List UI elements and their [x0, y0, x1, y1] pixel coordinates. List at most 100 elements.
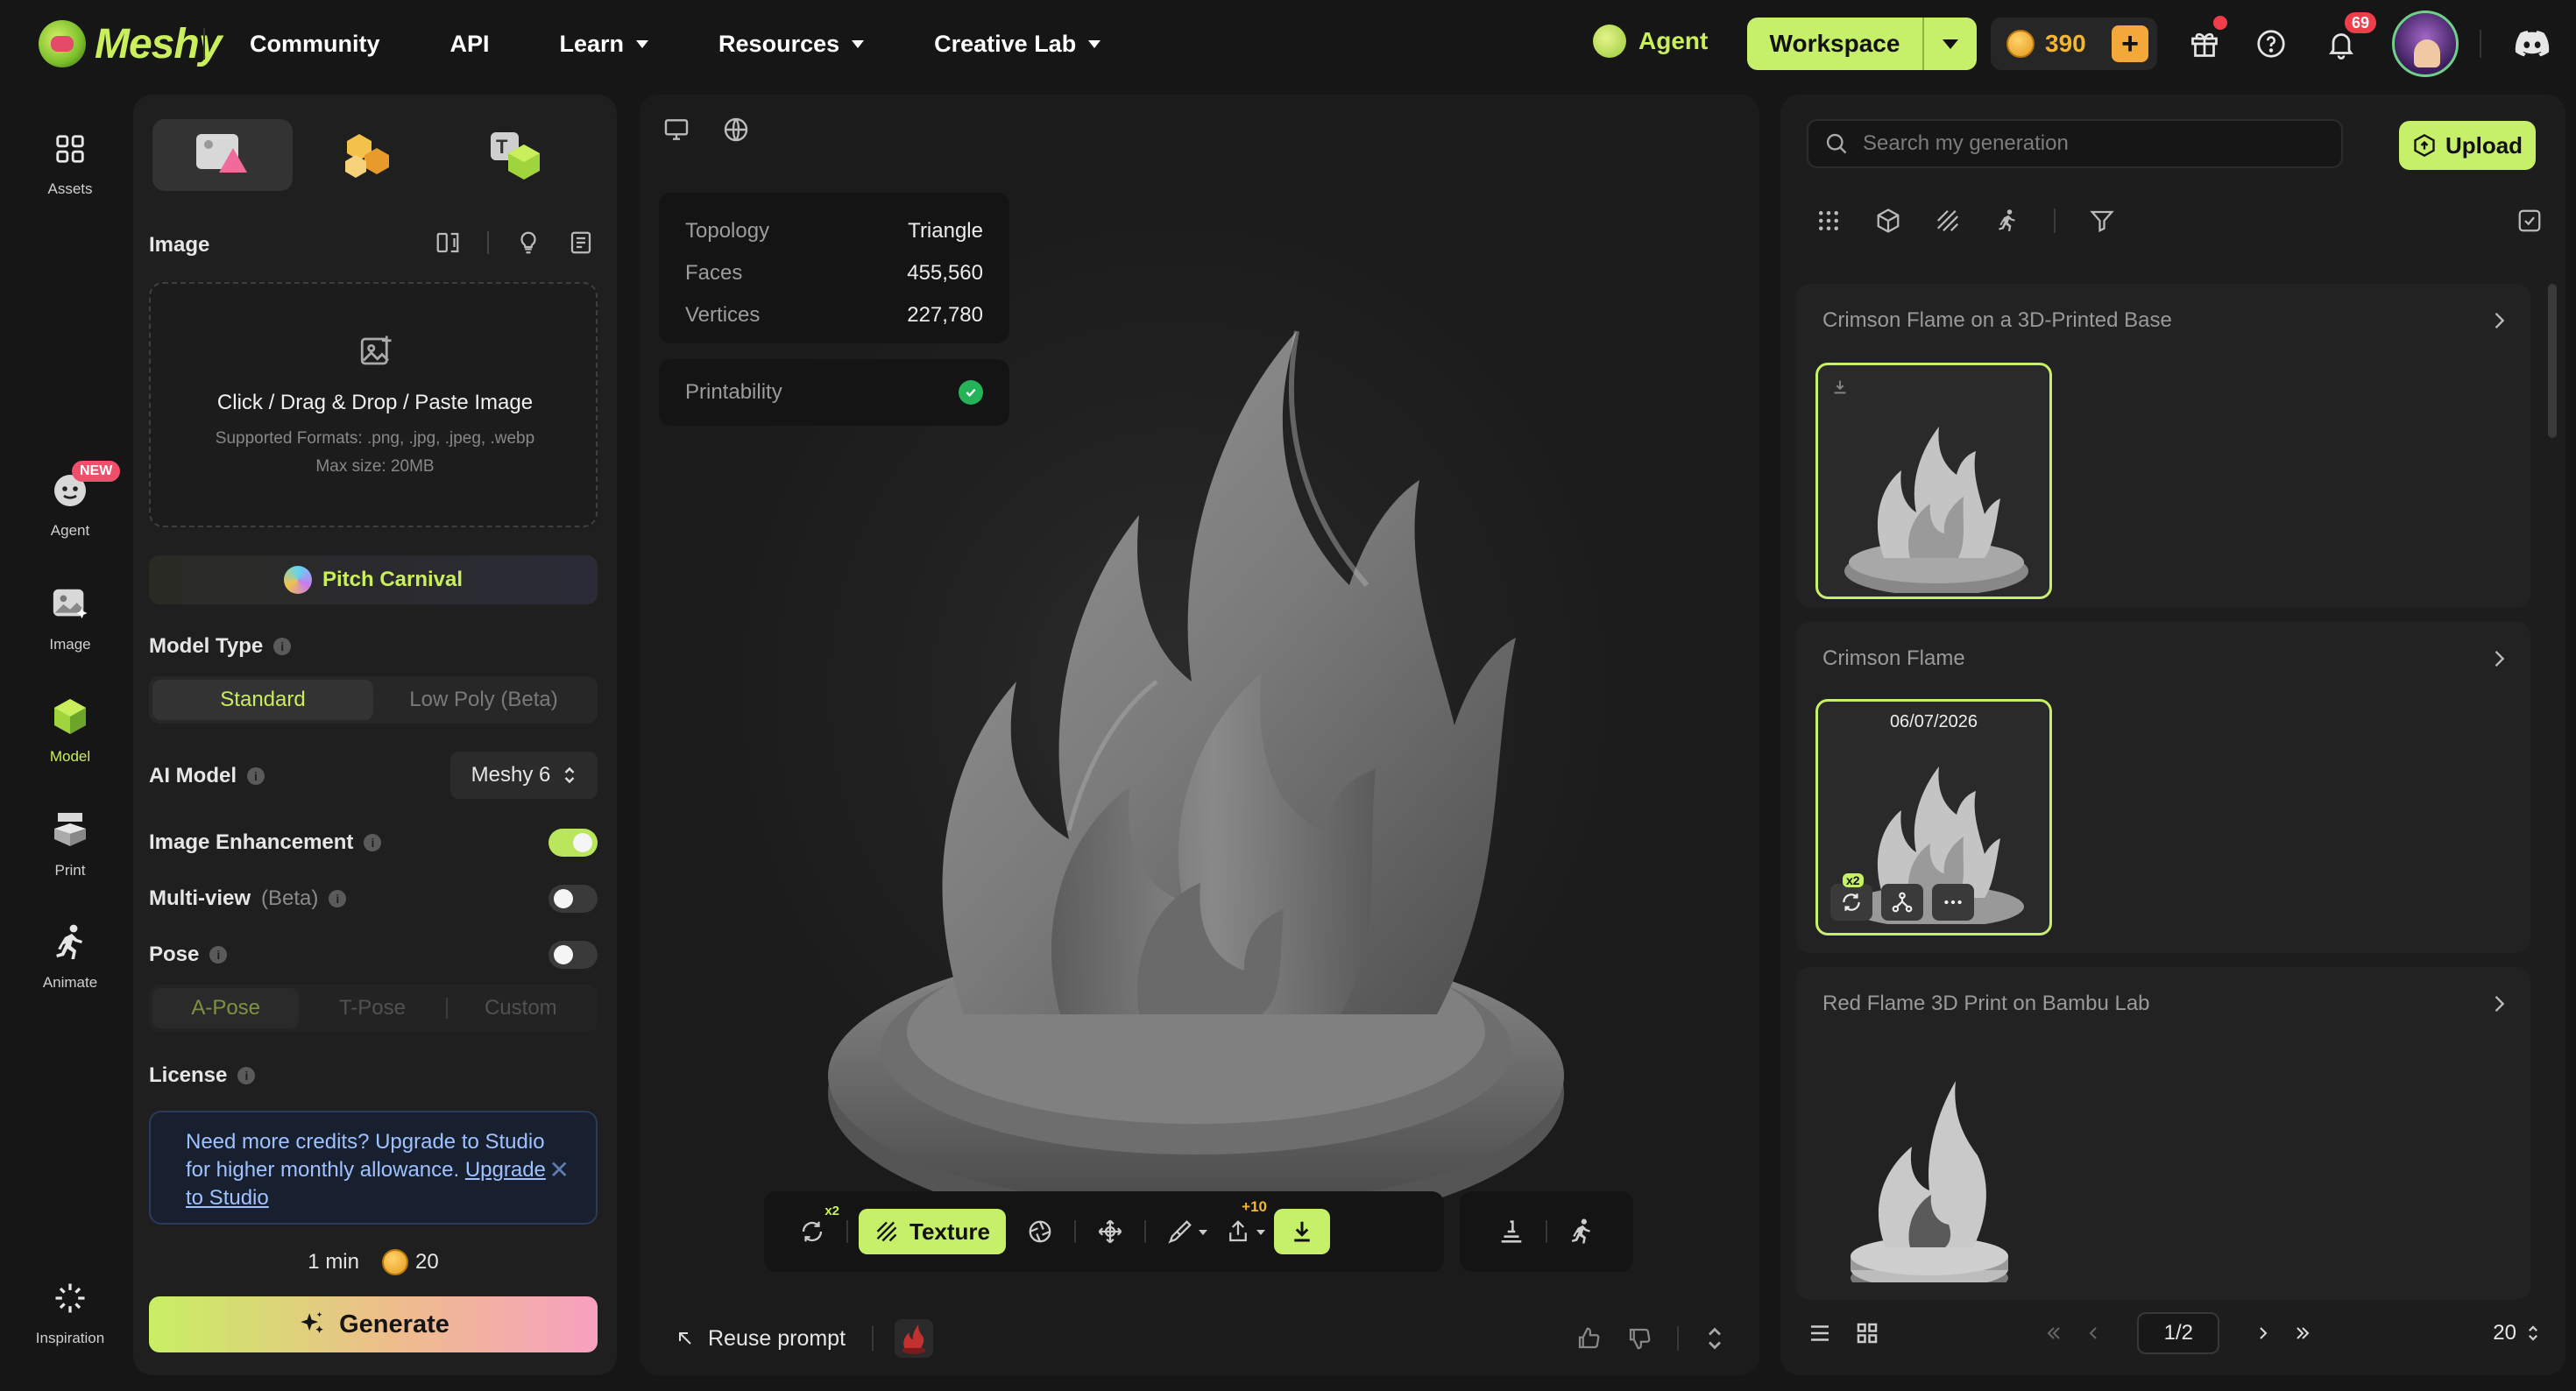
generate-button[interactable]: Generate — [149, 1296, 598, 1352]
chevron-right-icon[interactable] — [2487, 646, 2511, 671]
page-size-value: 20 — [2493, 1321, 2516, 1345]
gift-icon[interactable] — [2187, 16, 2227, 61]
download-button[interactable] — [1274, 1209, 1330, 1254]
tab-image-to-3d[interactable] — [152, 119, 293, 191]
rail-animate[interactable]: Animate — [0, 920, 140, 992]
print-layers-icon[interactable] — [1497, 1217, 1526, 1246]
nav-community[interactable]: Community — [250, 31, 380, 58]
cube-icon[interactable] — [1875, 208, 1901, 234]
prev-page-icon[interactable] — [2076, 1323, 2111, 1344]
filter-icon[interactable] — [2089, 208, 2115, 234]
edit-tools-button[interactable] — [1151, 1209, 1209, 1254]
label-text: AI Model — [149, 764, 237, 787]
generation-thumbnail[interactable]: 06/07/2026 x2 — [1815, 699, 2052, 936]
model-type-standard[interactable]: Standard — [152, 680, 373, 720]
rail-agent[interactable]: NEW Agent — [0, 461, 140, 540]
document-icon[interactable] — [568, 229, 594, 256]
page-indicator[interactable]: 1/2 — [2137, 1312, 2220, 1354]
chevron-right-icon[interactable] — [2487, 992, 2511, 1016]
first-page-icon[interactable] — [2035, 1323, 2070, 1344]
close-icon[interactable]: ✕ — [549, 1156, 570, 1184]
rail-print[interactable]: Print — [0, 808, 140, 879]
monitor-icon[interactable] — [662, 116, 690, 144]
ai-model-select[interactable]: Meshy 6 — [450, 752, 598, 799]
pose-custom[interactable]: Custom — [448, 988, 594, 1028]
remesh-button[interactable]: x2 — [783, 1204, 841, 1254]
workspace-button[interactable]: Workspace — [1747, 18, 1977, 70]
info-icon[interactable]: i — [247, 767, 265, 785]
rail-model[interactable]: Model — [0, 694, 140, 766]
all-grid-icon[interactable] — [1815, 208, 1842, 234]
image-enhancement-toggle[interactable] — [548, 829, 598, 857]
generation-thumbnail[interactable] — [1815, 1046, 2052, 1282]
search-input[interactable] — [1863, 131, 2336, 156]
pose-toggle[interactable] — [548, 941, 598, 969]
nav-resources[interactable]: Resources — [718, 31, 865, 58]
agent-button[interactable]: Agent — [1593, 25, 1708, 58]
workspace-dropdown[interactable] — [1924, 39, 1977, 49]
left-rail: Assets NEW Agent Image Model Print Anima… — [0, 95, 140, 1391]
generation-cost: 1 min 20 — [149, 1249, 598, 1275]
generation-card[interactable]: Crimson Flame 06/07/2026 x2 — [1796, 622, 2530, 953]
hierarchy-button[interactable] — [1881, 884, 1923, 921]
rail-image[interactable]: Image — [0, 582, 140, 653]
model-viewport[interactable]: Topology Triangle Faces 455,560 Vertices 22… — [640, 95, 1759, 1375]
help-icon[interactable] — [2254, 26, 2289, 61]
image-upload-dropzone[interactable]: Click / Drag & Drop / Paste Image Suppor… — [149, 282, 598, 527]
scrollbar[interactable] — [2548, 284, 2557, 438]
thumbs-up-icon[interactable] — [1575, 1325, 1602, 1352]
tab-text-to-3d[interactable]: T — [447, 119, 587, 191]
info-icon[interactable]: i — [364, 834, 382, 851]
credits-balance[interactable]: 390 + — [1991, 18, 2157, 70]
generation-card[interactable]: Red Flame 3D Print on Bambu Lab — [1796, 967, 2530, 1300]
nav-learn[interactable]: Learn — [560, 31, 649, 58]
rail-assets[interactable]: Assets — [0, 126, 140, 198]
info-icon[interactable]: i — [329, 890, 347, 907]
remesh-button[interactable]: x2 — [1830, 873, 1872, 921]
select-checkbox-icon[interactable] — [2516, 208, 2543, 234]
page-size-select[interactable]: 20 — [2493, 1321, 2539, 1345]
add-credits-button[interactable]: + — [2112, 25, 2148, 62]
split-view-icon[interactable] — [435, 229, 461, 256]
running-figure-icon[interactable] — [1567, 1217, 1596, 1246]
list-view-icon[interactable] — [1807, 1320, 1833, 1346]
pose-a-pose[interactable]: A-Pose — [152, 988, 300, 1028]
expand-arrows-icon[interactable] — [1703, 1325, 1726, 1352]
info-icon[interactable]: i — [237, 1067, 256, 1084]
texture-button[interactable]: Texture — [859, 1209, 1006, 1254]
model-type-low-poly[interactable]: Low Poly (Beta) — [373, 680, 594, 720]
multiview-toggle[interactable] — [548, 885, 598, 913]
last-page-icon[interactable] — [2286, 1323, 2321, 1344]
discord-icon[interactable] — [2511, 26, 2553, 61]
rig-button[interactable] — [1081, 1209, 1139, 1254]
pose-t-pose[interactable]: T-Pose — [299, 988, 445, 1028]
generation-card[interactable]: Crimson Flame on a 3D-Printed Base — [1796, 284, 2530, 608]
globe-icon[interactable] — [722, 116, 750, 144]
divider — [487, 231, 489, 254]
next-page-icon[interactable] — [2246, 1323, 2281, 1344]
more-options-button[interactable] — [1932, 884, 1974, 921]
source-image-thumbnail[interactable] — [895, 1319, 934, 1358]
meshy-logo[interactable]: Meshy — [39, 18, 222, 70]
lightbulb-icon[interactable] — [515, 229, 541, 256]
nav-api[interactable]: API — [450, 31, 490, 58]
info-icon[interactable]: i — [273, 638, 292, 655]
avatar[interactable] — [2392, 11, 2459, 77]
tab-multi-object[interactable] — [300, 119, 440, 191]
export-button[interactable]: +10 — [1209, 1198, 1267, 1254]
image-enhancement-label: Image Enhancement i — [149, 830, 382, 855]
sparkle-icon — [301, 1311, 323, 1333]
reuse-prompt-button[interactable]: Reuse prompt — [675, 1326, 846, 1352]
rail-inspiration[interactable]: Inspiration — [0, 1275, 140, 1347]
info-icon[interactable]: i — [209, 946, 228, 964]
material-button[interactable] — [1011, 1209, 1069, 1254]
upload-button[interactable]: Upload — [2399, 121, 2536, 170]
grid-view-icon[interactable] — [1854, 1320, 1880, 1346]
nav-creative-lab[interactable]: Creative Lab — [934, 31, 1101, 58]
pitch-carnival-banner[interactable]: Pitch Carnival — [149, 555, 598, 604]
generation-thumbnail[interactable] — [1815, 363, 2052, 599]
running-figure-icon[interactable] — [1994, 208, 2020, 234]
thumbs-down-icon[interactable] — [1626, 1325, 1652, 1352]
chevron-right-icon[interactable] — [2487, 308, 2511, 333]
texture-icon[interactable] — [1935, 208, 1961, 234]
